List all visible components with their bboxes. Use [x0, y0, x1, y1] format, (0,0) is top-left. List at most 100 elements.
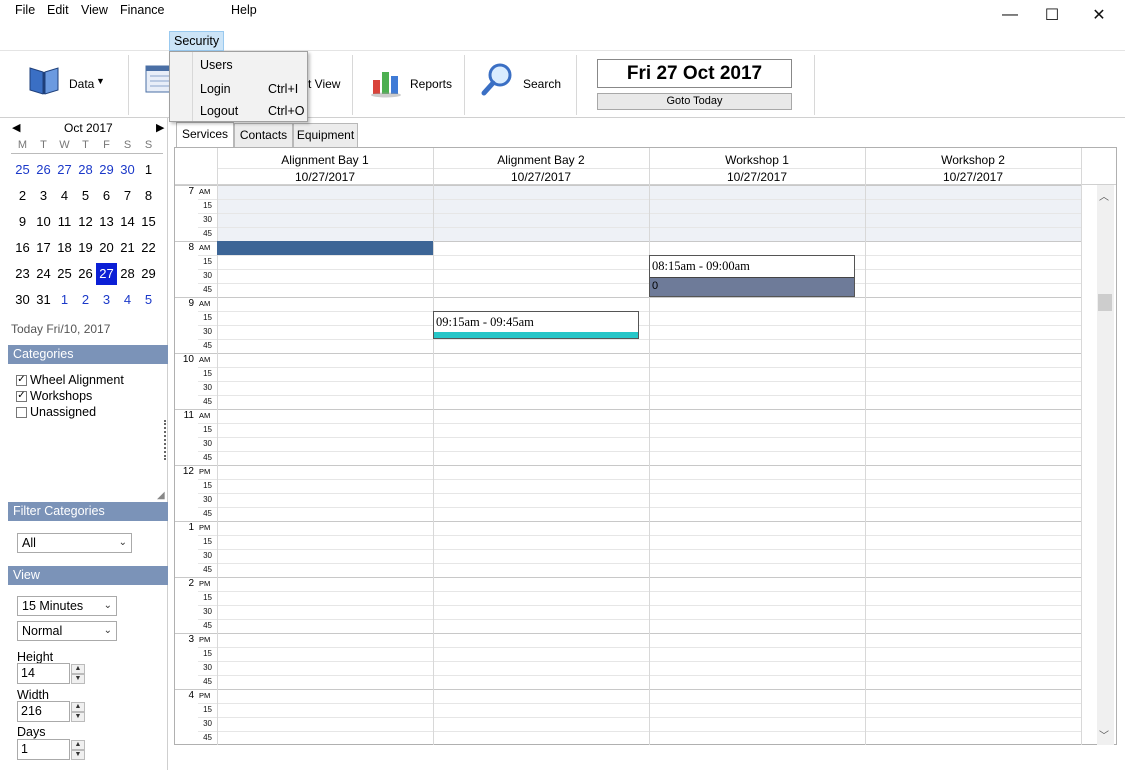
tab-contacts[interactable]: Contacts: [234, 123, 293, 148]
vertical-scrollbar[interactable]: [1097, 185, 1114, 745]
menu-security[interactable]: Security: [169, 31, 225, 51]
calendar-day[interactable]: 13: [96, 211, 117, 233]
goto-today-button[interactable]: Goto Today: [597, 93, 792, 110]
category-workshops[interactable]: ✓ Workshops: [16, 388, 92, 404]
checkbox[interactable]: ✓: [16, 390, 27, 402]
calendar-day[interactable]: 3: [33, 185, 54, 207]
calendar-day[interactable]: 14: [117, 211, 138, 233]
calendar-day[interactable]: 4: [117, 289, 138, 311]
calendar-day[interactable]: 17: [33, 237, 54, 259]
column-header-alignment-bay-1[interactable]: Alignment Bay 1 10/27/2017: [217, 152, 433, 185]
mode-select[interactable]: Normal ⌄: [17, 621, 117, 641]
down-arrow-icon[interactable]: ▼: [71, 712, 85, 722]
calendar-day[interactable]: 8: [138, 185, 159, 207]
prev-month-icon[interactable]: ◀: [12, 121, 20, 134]
appointment-block-8am[interactable]: [217, 241, 433, 255]
down-arrow-icon[interactable]: ▼: [71, 750, 85, 760]
calendar-day[interactable]: 5: [75, 185, 96, 207]
height-stepper[interactable]: ▲ ▼: [71, 664, 85, 684]
slot-gridline: [198, 437, 1081, 438]
down-arrow-icon[interactable]: ▼: [71, 674, 85, 684]
dropdown-item-login[interactable]: Login Ctrl+I: [170, 79, 307, 99]
calendar-day[interactable]: 18: [54, 237, 75, 259]
calendar-day[interactable]: 2: [75, 289, 96, 311]
tab-equipment[interactable]: Equipment: [293, 123, 358, 148]
calendar-day[interactable]: 10: [33, 211, 54, 233]
checkbox[interactable]: ✓: [16, 374, 27, 386]
maximize-button[interactable]: ☐: [1029, 0, 1075, 30]
calendar-day[interactable]: 30: [12, 289, 33, 311]
scroll-up-icon[interactable]: ︿: [1099, 188, 1109, 203]
calendar-day[interactable]: 16: [12, 237, 33, 259]
up-arrow-icon[interactable]: ▲: [71, 740, 85, 750]
calendar-day[interactable]: 26: [33, 159, 54, 181]
calendar-day[interactable]: 28: [117, 263, 138, 285]
calendar-day[interactable]: 26: [75, 263, 96, 285]
appointment-alignment-bay-2[interactable]: 09:15am - 09:45am: [433, 311, 639, 339]
column-header-workshop-2[interactable]: Workshop 2 10/27/2017: [865, 152, 1081, 185]
calendar-day[interactable]: 27: [96, 263, 117, 285]
menu-file[interactable]: File: [11, 3, 39, 20]
up-arrow-icon[interactable]: ▲: [71, 664, 85, 674]
calendar-day[interactable]: 19: [75, 237, 96, 259]
scrollbar-thumb[interactable]: [1098, 294, 1112, 311]
next-month-icon[interactable]: ▶: [156, 121, 164, 134]
calendar-day[interactable]: 12: [75, 211, 96, 233]
width-input[interactable]: 216: [17, 701, 70, 722]
reports-button[interactable]: Reports: [358, 58, 462, 114]
calendar-day[interactable]: 30: [117, 159, 138, 181]
column-header-alignment-bay-2[interactable]: Alignment Bay 2 10/27/2017: [433, 152, 649, 185]
search-button[interactable]: Search: [470, 58, 574, 114]
calendar-day[interactable]: 2: [12, 185, 33, 207]
calendar-day[interactable]: 25: [54, 263, 75, 285]
calendar-day[interactable]: 29: [138, 263, 159, 285]
panel-resize-handle[interactable]: [164, 420, 167, 460]
calendar-day[interactable]: 23: [12, 263, 33, 285]
calendar-day[interactable]: 21: [117, 237, 138, 259]
minimize-button[interactable]: —: [987, 0, 1033, 30]
tab-services[interactable]: Services: [176, 122, 234, 149]
scroll-down-icon[interactable]: ﹀: [1099, 727, 1109, 742]
calendar-day[interactable]: 1: [138, 159, 159, 181]
menu-view[interactable]: View: [77, 3, 112, 20]
calendar-day[interactable]: 28: [75, 159, 96, 181]
close-button[interactable]: ✕: [1076, 0, 1122, 30]
calendar-day[interactable]: 11: [54, 211, 75, 233]
category-wheel-alignment[interactable]: ✓ Wheel Alignment: [16, 372, 124, 388]
calendar-day[interactable]: 3: [96, 289, 117, 311]
menu-edit[interactable]: Edit: [43, 3, 73, 20]
filter-categories-select[interactable]: All ⌄: [17, 533, 132, 553]
calendar-day[interactable]: 31: [33, 289, 54, 311]
dropdown-item-logout[interactable]: Logout Ctrl+O: [170, 101, 307, 121]
interval-select[interactable]: 15 Minutes ⌄: [17, 596, 117, 616]
column-header-workshop-1[interactable]: Workshop 1 10/27/2017: [649, 152, 865, 185]
calendar-day[interactable]: 4: [54, 185, 75, 207]
calendar-day[interactable]: 27: [54, 159, 75, 181]
appointment-workshop-1[interactable]: 08:15am - 09:00am 0: [649, 255, 855, 297]
calendar-day[interactable]: 6: [96, 185, 117, 207]
resize-grip-icon[interactable]: ◢: [157, 490, 165, 501]
days-stepper[interactable]: ▲ ▼: [71, 740, 85, 760]
calendar-day[interactable]: 5: [138, 289, 159, 311]
data-button[interactable]: Data ▼: [14, 58, 124, 114]
calendar-day[interactable]: 1: [54, 289, 75, 311]
width-stepper[interactable]: ▲ ▼: [71, 702, 85, 722]
calendar-day[interactable]: 22: [138, 237, 159, 259]
calendar-day[interactable]: 7: [117, 185, 138, 207]
up-arrow-icon[interactable]: ▲: [71, 702, 85, 712]
category-unassigned[interactable]: Unassigned: [16, 404, 96, 420]
calendar-day[interactable]: 9: [12, 211, 33, 233]
calendar-day[interactable]: 15: [138, 211, 159, 233]
calendar-day[interactable]: 29: [96, 159, 117, 181]
calendar-day[interactable]: 25: [12, 159, 33, 181]
minute-label: 15: [203, 537, 212, 546]
menu-finance[interactable]: Finance: [116, 3, 168, 20]
checkbox[interactable]: [16, 406, 27, 418]
minute-label: 45: [203, 341, 212, 350]
menu-help[interactable]: Help: [227, 3, 261, 20]
height-input[interactable]: 14: [17, 663, 70, 684]
calendar-day[interactable]: 20: [96, 237, 117, 259]
days-input[interactable]: 1: [17, 739, 70, 760]
dropdown-item-users[interactable]: Users: [170, 55, 307, 75]
calendar-day[interactable]: 24: [33, 263, 54, 285]
